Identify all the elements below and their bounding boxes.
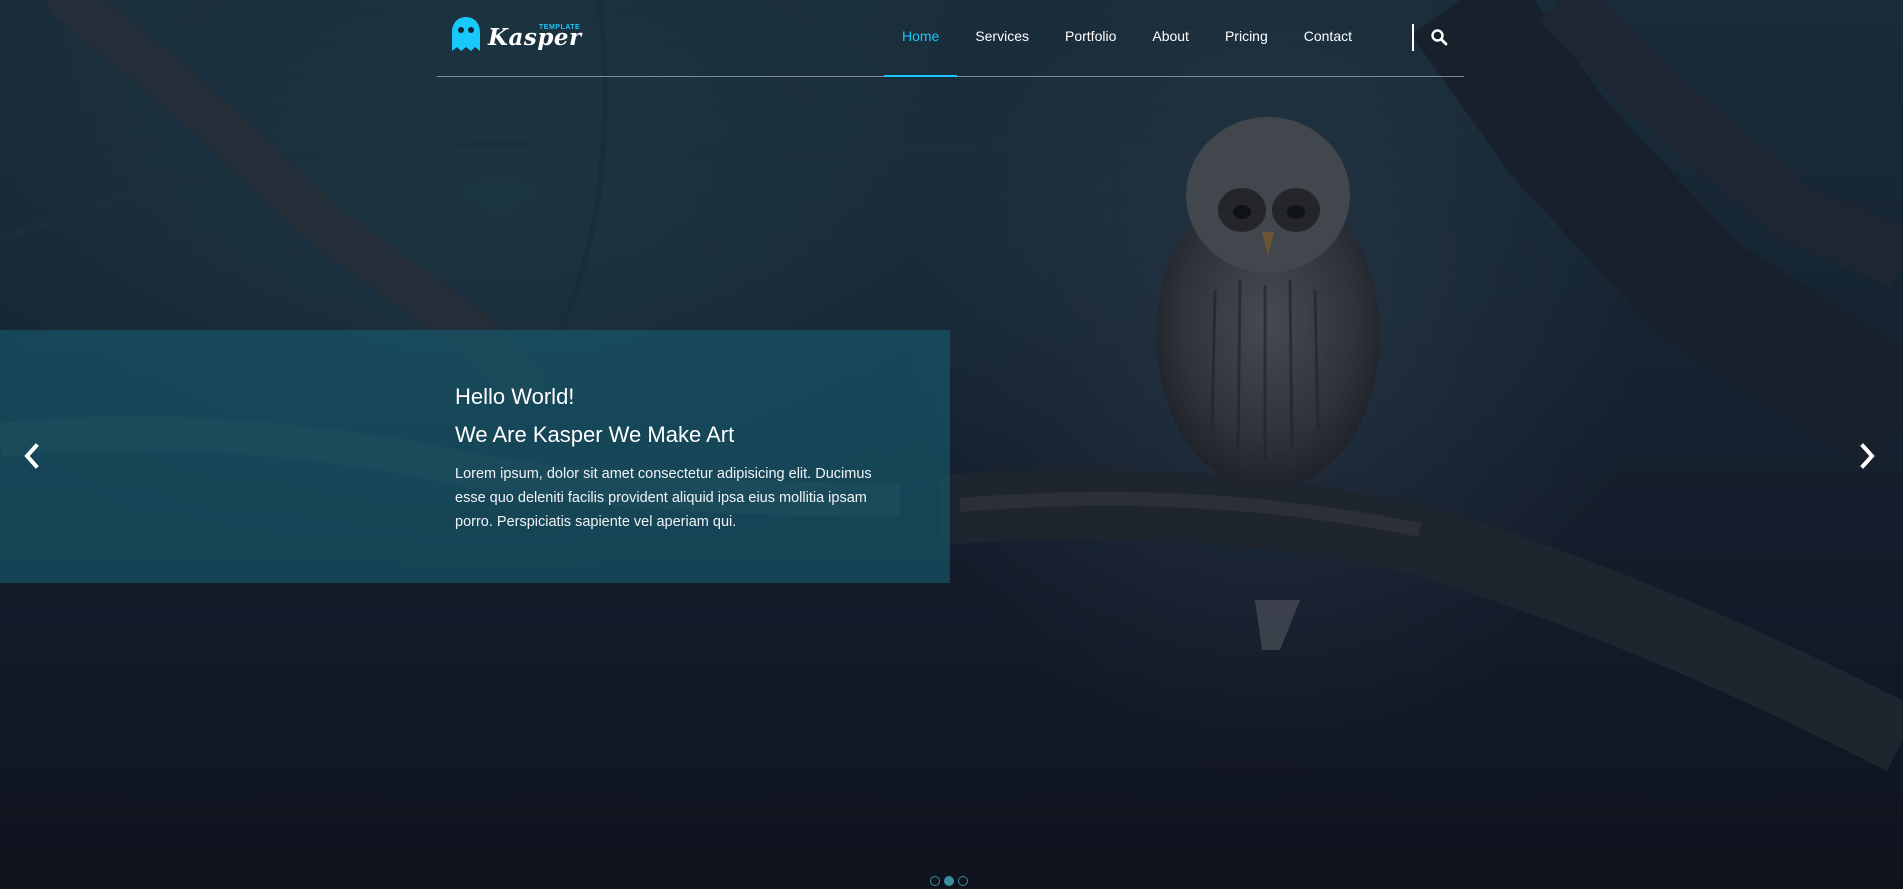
slider-bullets bbox=[930, 876, 968, 886]
site-header: Kasper TEMPLATE Home Services Portfolio … bbox=[437, 0, 1464, 77]
slide-description: Lorem ipsum, dolor sit amet consectetur … bbox=[455, 466, 872, 530]
nav-item-services[interactable]: Services bbox=[957, 0, 1047, 76]
logo-tagline: TEMPLATE bbox=[539, 24, 581, 31]
slide-heading-line2: We Are Kasper We Make Art bbox=[455, 422, 735, 447]
slide-caption-box: Hello World! We Are Kasper We Make Art L… bbox=[0, 330, 950, 583]
nav-item-portfolio[interactable]: Portfolio bbox=[1047, 0, 1134, 76]
slider-bullet[interactable] bbox=[958, 876, 968, 886]
slider-bullet-active[interactable] bbox=[944, 876, 954, 886]
chevron-left-icon[interactable] bbox=[20, 441, 44, 471]
nav-item-home[interactable]: Home bbox=[883, 0, 958, 77]
slide-heading-line1: Hello World! bbox=[455, 384, 575, 409]
chevron-right-icon[interactable] bbox=[1855, 441, 1879, 471]
nav-item-about[interactable]: About bbox=[1134, 0, 1207, 76]
nav-divider bbox=[1412, 24, 1414, 51]
slide-heading: Hello World! We Are Kasper We Make Art bbox=[455, 378, 905, 454]
slide-content: Hello World! We Are Kasper We Make Art L… bbox=[455, 378, 905, 534]
nav-item-contact[interactable]: Contact bbox=[1286, 0, 1370, 76]
slider-bullet[interactable] bbox=[930, 876, 940, 886]
logo[interactable]: Kasper TEMPLATE bbox=[451, 16, 581, 56]
ghost-icon bbox=[452, 17, 480, 51]
nav-item-pricing[interactable]: Pricing bbox=[1207, 0, 1286, 76]
main-nav: Home Services Portfolio About Pricing Co… bbox=[883, 0, 1370, 77]
search-icon[interactable] bbox=[1430, 28, 1448, 46]
hero-section: Kasper TEMPLATE Home Services Portfolio … bbox=[0, 0, 1903, 889]
